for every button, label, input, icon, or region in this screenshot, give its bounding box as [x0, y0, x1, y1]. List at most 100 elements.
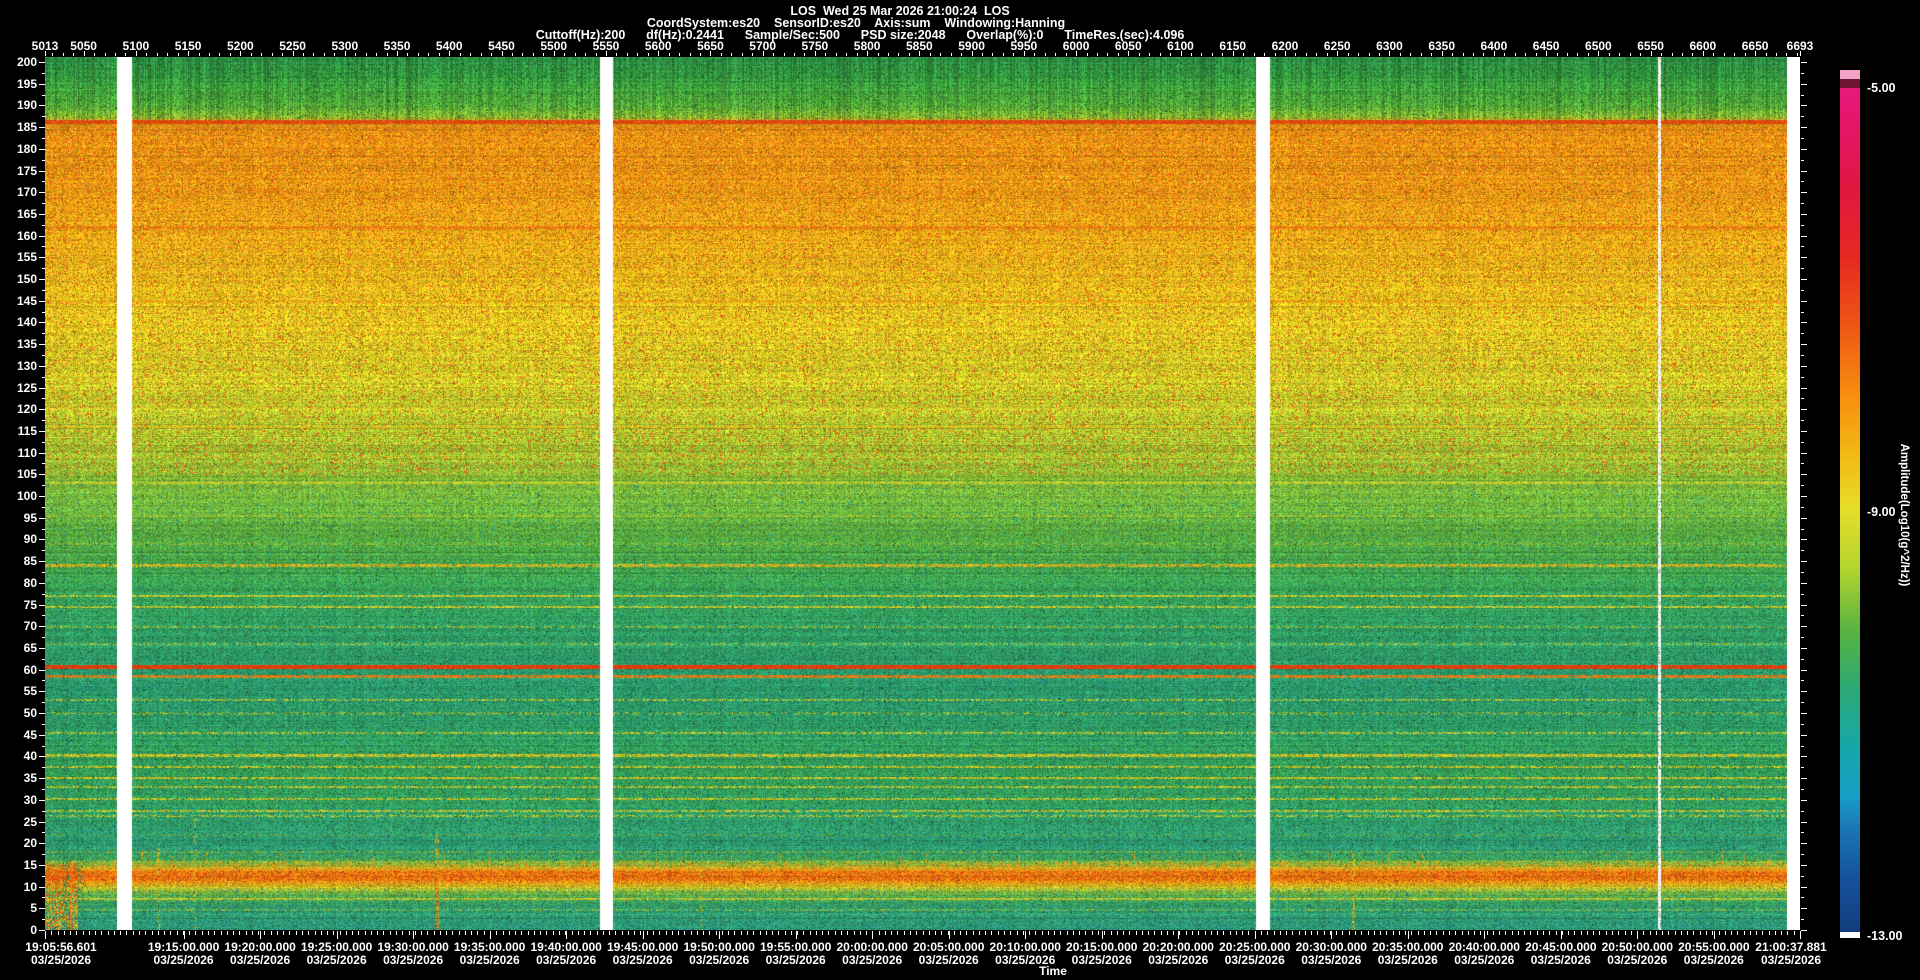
bottom-minor-tick	[1705, 931, 1707, 935]
bottom-major-tick	[336, 931, 338, 939]
bottom-minor-tick	[226, 931, 228, 935]
bottom-minor-tick	[834, 931, 836, 935]
top-minor-tick	[1587, 53, 1589, 56]
top-minor-tick	[1201, 53, 1203, 56]
bottom-minor-tick	[985, 931, 987, 935]
frequency-tick-label: 120	[16, 402, 37, 417]
bottom-date-text: 03/25/2026	[30, 953, 92, 967]
right-minor-tick	[1801, 485, 1804, 487]
right-major-tick	[1801, 409, 1807, 411]
left-minor-tick	[42, 203, 45, 205]
bottom-minor-tick	[458, 931, 460, 935]
top-minor-tick	[846, 53, 848, 56]
bottom-minor-tick	[634, 931, 636, 935]
bottom-minor-tick	[496, 931, 498, 935]
top-minor-tick	[1452, 53, 1454, 56]
top-minor-tick	[219, 53, 221, 56]
bottom-minor-tick	[1693, 931, 1695, 935]
bottom-minor-tick	[797, 931, 799, 935]
bottom-minor-tick	[596, 931, 598, 935]
bottom-minor-tick	[289, 931, 291, 935]
right-major-tick	[1801, 582, 1807, 584]
bottom-minor-tick	[1718, 931, 1720, 935]
bottom-minor-tick	[978, 931, 980, 935]
top-minor-tick	[1723, 53, 1725, 56]
bottom-minor-tick	[1116, 931, 1118, 935]
top-minor-tick	[198, 53, 200, 56]
frequency-tick-label: 90	[23, 532, 37, 547]
bottom-minor-tick	[1593, 931, 1595, 935]
left-minor-tick	[42, 745, 45, 747]
bottom-minor-tick	[1630, 931, 1632, 935]
bottom-minor-tick	[1668, 931, 1670, 935]
bottom-date-text: 03/25/2026	[230, 953, 291, 967]
top-minor-tick	[595, 53, 597, 56]
left-minor-tick	[42, 767, 45, 769]
bottom-minor-tick	[1442, 931, 1444, 935]
bottom-minor-tick	[1655, 931, 1657, 935]
top-minor-tick	[323, 53, 325, 56]
bottom-minor-tick	[452, 931, 454, 935]
bottom-minor-tick	[433, 931, 435, 935]
right-minor-tick	[1801, 116, 1804, 118]
top-minor-tick	[543, 53, 545, 56]
bottom-minor-tick	[1561, 931, 1563, 935]
right-major-tick	[1801, 756, 1807, 758]
bottom-minor-tick	[1085, 931, 1087, 935]
top-major-tick	[1076, 51, 1078, 56]
top-minor-tick	[741, 53, 743, 56]
left-major-tick	[39, 908, 45, 910]
top-minor-tick	[376, 53, 378, 56]
bottom-minor-tick	[1022, 931, 1024, 935]
top-major-tick	[1337, 51, 1339, 56]
bottom-minor-tick	[189, 931, 191, 935]
left-major-tick	[39, 300, 45, 302]
bottom-minor-tick	[201, 931, 203, 935]
top-minor-tick	[626, 53, 628, 56]
bottom-minor-tick	[1054, 931, 1056, 935]
bottom-minor-tick	[1680, 931, 1682, 935]
top-minor-tick	[1253, 53, 1255, 56]
top-minor-tick	[1765, 53, 1767, 56]
top-minor-tick	[177, 53, 179, 56]
bottom-minor-tick	[584, 931, 586, 935]
bottom-minor-tick	[1123, 931, 1125, 935]
top-minor-tick	[1399, 53, 1401, 56]
top-minor-tick	[355, 53, 357, 56]
top-minor-tick	[731, 53, 733, 56]
right-minor-tick	[1801, 788, 1804, 790]
bottom-minor-tick	[1110, 931, 1112, 935]
bottom-minor-tick	[590, 931, 592, 935]
frequency-tick-label: 75	[23, 597, 37, 612]
bottom-minor-tick	[1436, 931, 1438, 935]
right-minor-tick	[1801, 919, 1804, 921]
bottom-minor-tick	[728, 931, 730, 935]
bottom-minor-tick	[671, 931, 673, 935]
top-minor-tick	[470, 53, 472, 56]
top-minor-tick	[229, 53, 231, 56]
bottom-minor-tick	[396, 931, 397, 935]
top-major-tick	[397, 51, 399, 56]
bottom-interval-label: 20:35:00.000 03/25/2026	[1372, 941, 1443, 967]
bottom-minor-tick	[734, 931, 736, 935]
right-minor-tick	[1801, 354, 1804, 356]
top-minor-tick	[1473, 53, 1475, 56]
top-minor-tick	[1222, 53, 1224, 56]
left-major-tick	[39, 669, 45, 671]
top-minor-tick	[1567, 53, 1569, 56]
right-major-tick	[1801, 843, 1807, 845]
left-minor-tick	[42, 137, 45, 139]
bottom-minor-tick	[1091, 931, 1093, 935]
bottom-minor-tick	[690, 931, 692, 935]
right-minor-tick	[1801, 702, 1804, 704]
top-minor-tick	[73, 53, 75, 56]
colorbar-min-label: -13.00	[1867, 929, 1903, 943]
right-major-tick	[1801, 561, 1807, 563]
left-major-tick	[39, 365, 45, 367]
bottom-minor-tick	[1279, 931, 1281, 935]
frequency-tick-label: 30	[23, 792, 37, 807]
bottom-minor-tick	[1210, 931, 1212, 935]
bottom-minor-tick	[558, 931, 560, 935]
left-minor-tick	[42, 832, 45, 834]
bottom-minor-tick	[1605, 931, 1607, 935]
